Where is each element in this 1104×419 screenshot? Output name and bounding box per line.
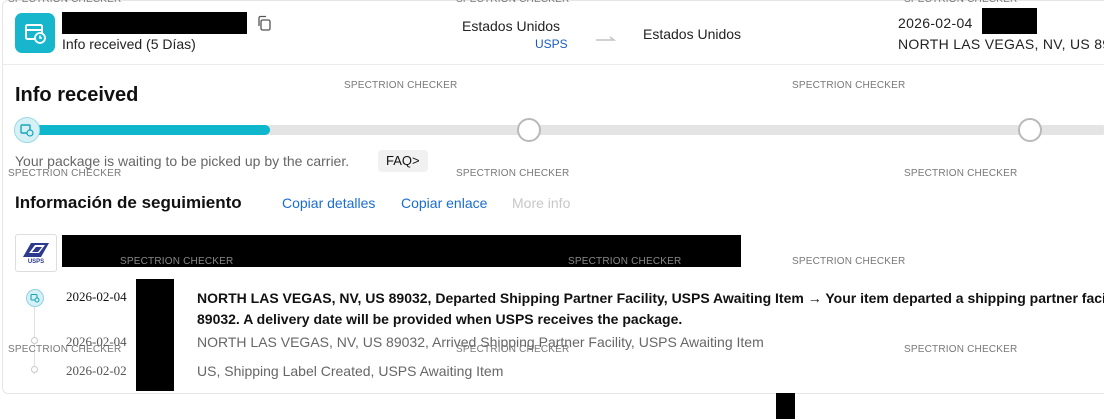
- step-delivered-marker: [1018, 118, 1042, 142]
- copy-details-link[interactable]: Copiar detalles: [282, 195, 375, 211]
- watermark: SPECTRION CHECKER: [8, 168, 122, 179]
- event-description: NORTH LAS VEGAS, NV, US 89032, Departed …: [197, 288, 1104, 330]
- copy-link-link[interactable]: Copiar enlace: [401, 195, 487, 211]
- progress-fill: [27, 125, 270, 135]
- header-divider: [2, 64, 1104, 65]
- watermark: SPECTRION CHECKER: [904, 168, 1018, 179]
- watermark: SPECTRION CHECKER: [568, 256, 682, 267]
- event-description: US, Shipping Label Created, USPS Awaitin…: [197, 363, 504, 379]
- package-status-icon: [15, 13, 55, 53]
- watermark: SPECTRION CHECKER: [904, 344, 1018, 355]
- watermark: SPECTRION CHECKER: [904, 0, 1017, 5]
- progress-message: Your package is waiting to be picked up …: [15, 153, 350, 169]
- watermark: SPECTRION CHECKER: [8, 344, 122, 355]
- watermark: SPECTRION CHECKER: [792, 80, 906, 91]
- event-description-line: NORTH LAS VEGAS, NV, US 89032, Departed …: [197, 290, 1104, 306]
- origin-country: Estados Unidos: [462, 18, 561, 34]
- usps-logo-text: USPS: [27, 258, 45, 265]
- watermark: SPECTRION CHECKER: [456, 344, 570, 355]
- timeline-dot: [31, 366, 38, 373]
- faq-button[interactable]: FAQ>: [378, 150, 428, 172]
- event-description-line: 89032. A delivery date will be provided …: [197, 311, 683, 327]
- latest-event-location: NORTH LAS VEGAS, NV, US 89032: [898, 36, 1104, 52]
- timeline-current-icon: [26, 289, 44, 307]
- event-date: 2026-02-02: [66, 363, 127, 378]
- tracking-section-title: Información de seguimiento: [15, 193, 242, 212]
- time-redacted: [982, 8, 1037, 34]
- watermark: SPECTRION CHECKER: [456, 168, 570, 179]
- event-times-redacted: [136, 279, 174, 391]
- copy-icon[interactable]: [256, 15, 272, 31]
- progress-title: Info received: [15, 84, 139, 106]
- tracking-number-redacted: [62, 12, 247, 34]
- timeline-dot: [31, 337, 38, 344]
- usps-logo: USPS: [15, 234, 57, 272]
- status-duration: Info received (5 Días): [62, 36, 196, 52]
- watermark: SPECTRION CHECKER: [8, 0, 121, 5]
- watermark: SPECTRION CHECKER: [456, 0, 569, 5]
- carrier-link[interactable]: USPS: [535, 37, 568, 51]
- event-date: 2026-02-04: [66, 289, 127, 304]
- bottom-redacted: [776, 393, 795, 419]
- watermark: SPECTRION CHECKER: [344, 80, 458, 91]
- watermark: SPECTRION CHECKER: [792, 256, 906, 267]
- more-info-link[interactable]: More info: [512, 195, 570, 211]
- arrow-right-icon: [596, 30, 617, 41]
- destination-country: Estados Unidos: [643, 26, 742, 42]
- step-info-received-icon: [14, 117, 40, 143]
- latest-event-date: 2026-02-04: [898, 15, 973, 31]
- step-in-transit-marker: [517, 118, 541, 142]
- watermark: SPECTRION CHECKER: [120, 256, 234, 267]
